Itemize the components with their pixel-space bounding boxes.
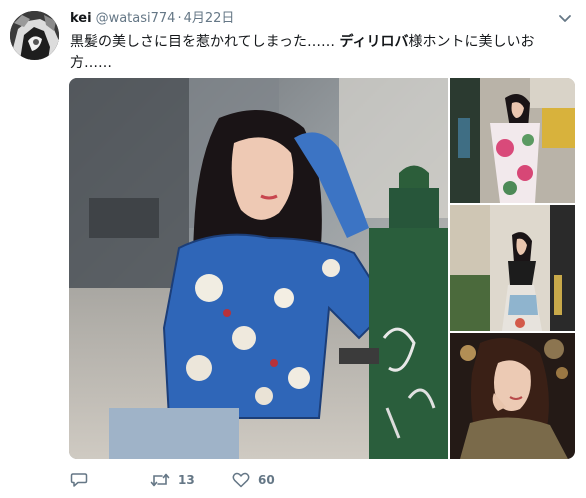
main-photo[interactable] (69, 78, 448, 459)
thumbnail-photo-2[interactable] (450, 205, 575, 331)
avatar[interactable] (10, 11, 59, 60)
user-handle[interactable]: @watasi774 (96, 11, 176, 26)
tweet-text-bold: ディリロバ (339, 34, 409, 50)
retweet-count: 13 (178, 473, 195, 487)
tweet-card[interactable]: kei @watasi774 · 4月22日 黒髪の美しさに目を惹かれてしまった…… … (0, 0, 586, 498)
display-name[interactable]: kei (70, 11, 92, 26)
thumbnail-photo-3[interactable] (450, 333, 575, 459)
retweet-button[interactable]: 13 (150, 470, 195, 490)
retweet-icon (150, 473, 170, 487)
reply-button[interactable] (70, 470, 96, 490)
tweet-text-part-1: 黒髪の美しさに目を惹かれてしまった…… (70, 34, 340, 50)
heart-icon (232, 472, 250, 488)
chevron-down-icon[interactable] (558, 14, 572, 24)
separator-dot: · (177, 11, 182, 26)
thumbnail-photo-1[interactable] (450, 78, 575, 203)
like-button[interactable]: 60 (232, 470, 275, 490)
media-grid (69, 78, 575, 459)
tweet-date[interactable]: 4月22日 (184, 11, 235, 26)
tweet-header: kei @watasi774 · 4月22日 (70, 9, 234, 29)
like-count: 60 (258, 473, 275, 487)
tweet-text: 黒髪の美しさに目を惹かれてしまった…… ディリロバ様ホントに美しいお方…… (70, 32, 570, 74)
reply-icon (70, 473, 88, 487)
